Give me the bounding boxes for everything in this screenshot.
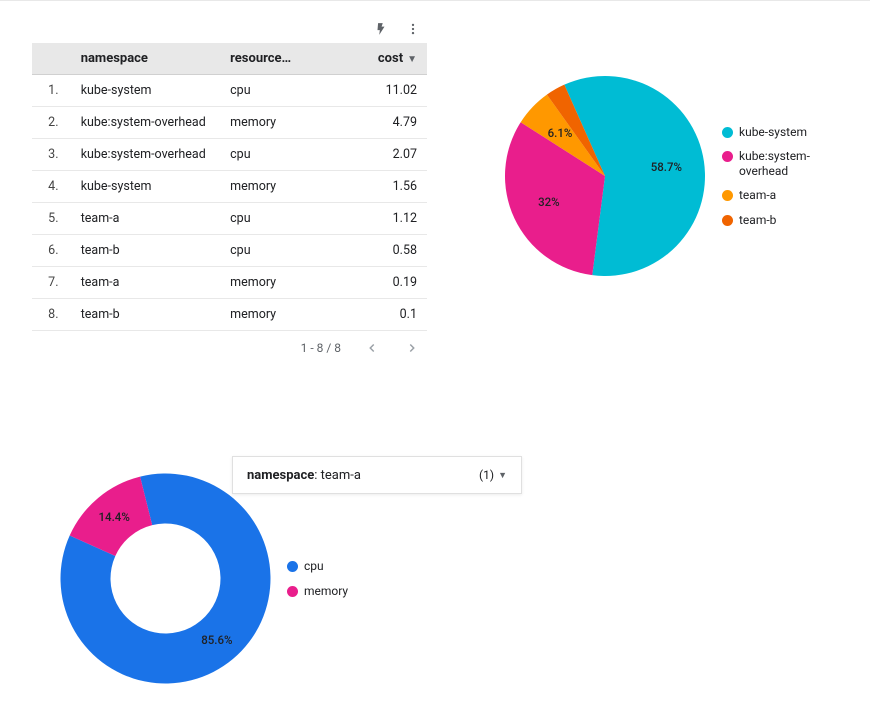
row-cost: 1.56 (320, 171, 427, 203)
legend-item[interactable]: cpu (287, 559, 348, 573)
table-row[interactable]: 6.team-bcpu0.58 (32, 235, 427, 267)
legend-item[interactable]: kube:system-overhead (722, 149, 829, 178)
row-cost: 0.1 (320, 299, 427, 331)
row-resource: cpu (224, 203, 320, 235)
col-index[interactable] (32, 43, 75, 75)
cost-table-panel: namespace resource… cost▼ 1.kube-systemc… (32, 15, 427, 357)
table-row[interactable]: 4.kube-systemmemory1.56 (32, 171, 427, 203)
more-vert-icon[interactable] (405, 21, 421, 37)
row-cost: 0.19 (320, 267, 427, 299)
table-row[interactable]: 7.team-amemory0.19 (32, 267, 427, 299)
col-namespace[interactable]: namespace (75, 43, 224, 75)
legend-label: kube-system (739, 125, 807, 139)
row-namespace: kube-system (75, 171, 224, 203)
table-row[interactable]: 1.kube-systemcpu11.02 (32, 75, 427, 107)
legend-item[interactable]: team-b (722, 213, 829, 227)
row-resource: memory (224, 171, 320, 203)
col-cost[interactable]: cost ▼ (320, 43, 427, 75)
legend-label: team-b (739, 213, 776, 227)
row-index: 3. (32, 139, 75, 171)
row-index: 6. (32, 235, 75, 267)
row-resource: cpu (224, 75, 320, 107)
row-namespace: kube:system-overhead (75, 107, 224, 139)
table-row[interactable]: 8.team-bmemory0.1 (32, 299, 427, 331)
filter-count-wrap: (1) ▼ (479, 468, 507, 482)
legend-item[interactable]: team-a (722, 188, 829, 202)
legend-label: kube:system-overhead (739, 149, 829, 178)
chevron-down-icon: ▼ (498, 470, 507, 481)
namespace-pie-chart[interactable]: 58.7%32%6.1% (500, 71, 710, 281)
namespace-pie-legend: kube-system kube:system-overhead team-a tea… (722, 125, 829, 227)
row-index: 2. (32, 107, 75, 139)
namespace-pie-panel: 58.7%32%6.1% kube-system kube:system-over… (500, 71, 840, 281)
table-row[interactable]: 5.team-acpu1.12 (32, 203, 427, 235)
legend-item[interactable]: memory (287, 584, 348, 598)
row-namespace: team-a (75, 267, 224, 299)
resource-donut-panel: 85.6%14.4% cpu memory (58, 471, 428, 686)
table-toolbar (32, 15, 427, 43)
row-namespace: team-b (75, 235, 224, 267)
row-namespace: team-a (75, 203, 224, 235)
row-resource: cpu (224, 235, 320, 267)
filter-count: (1) (479, 468, 494, 482)
legend-swatch (287, 586, 298, 597)
table-row[interactable]: 3.kube:system-overheadcpu2.07 (32, 139, 427, 171)
legend-swatch (287, 561, 298, 572)
col-resource[interactable]: resource… (224, 43, 320, 75)
row-namespace: team-b (75, 299, 224, 331)
pager: 1 - 8 / 8 (32, 331, 427, 357)
legend-swatch (722, 127, 733, 138)
row-index: 7. (32, 267, 75, 299)
legend-swatch (722, 215, 733, 226)
row-cost: 1.12 (320, 203, 427, 235)
bolt-icon[interactable] (373, 21, 389, 37)
table-row[interactable]: 2.kube:system-overheadmemory4.79 (32, 107, 427, 139)
row-resource: memory (224, 107, 320, 139)
legend-label: memory (304, 584, 348, 598)
row-index: 5. (32, 203, 75, 235)
row-index: 4. (32, 171, 75, 203)
row-cost: 4.79 (320, 107, 427, 139)
row-namespace: kube-system (75, 75, 224, 107)
legend-swatch (722, 151, 733, 162)
row-cost: 2.07 (320, 139, 427, 171)
row-index: 8. (32, 299, 75, 331)
row-resource: cpu (224, 139, 320, 171)
resource-donut-legend: cpu memory (287, 559, 348, 598)
row-resource: memory (224, 299, 320, 331)
col-cost-label: cost (378, 51, 403, 66)
row-cost: 11.02 (320, 75, 427, 107)
row-namespace: kube:system-overhead (75, 139, 224, 171)
legend-swatch (722, 190, 733, 201)
sort-desc-icon: ▼ (407, 54, 417, 65)
cost-table: namespace resource… cost▼ 1.kube-systemc… (32, 43, 427, 331)
legend-label: team-a (739, 188, 776, 202)
pager-next-icon[interactable] (403, 339, 421, 357)
pager-range: 1 - 8 / 8 (301, 341, 341, 355)
legend-label: cpu (304, 559, 324, 573)
resource-donut-chart[interactable]: 85.6%14.4% (58, 471, 273, 686)
pager-prev-icon[interactable] (363, 339, 381, 357)
row-resource: memory (224, 267, 320, 299)
row-index: 1. (32, 75, 75, 107)
row-cost: 0.58 (320, 235, 427, 267)
legend-item[interactable]: kube-system (722, 125, 829, 139)
